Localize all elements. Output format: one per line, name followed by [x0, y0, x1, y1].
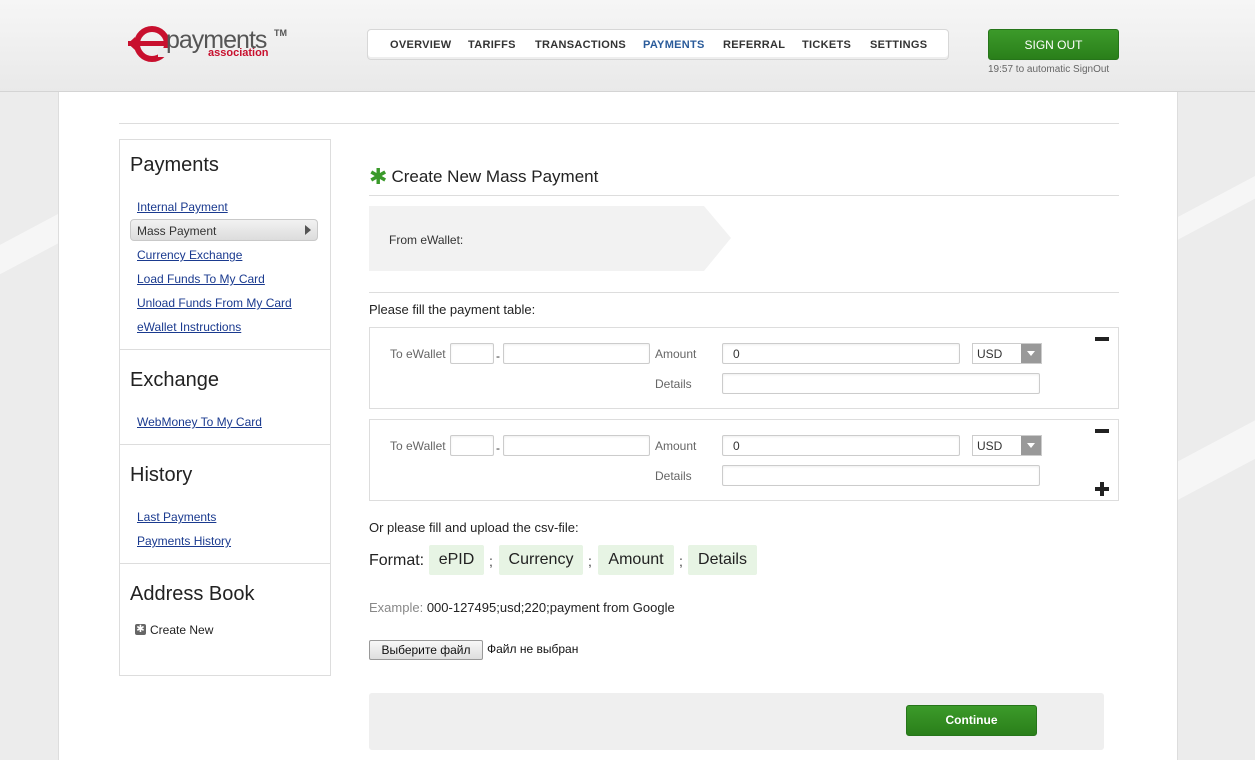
divider [119, 123, 1119, 124]
choose-file-button[interactable]: Выберите файл [369, 640, 483, 660]
remove-row-icon[interactable] [1095, 429, 1109, 433]
format-field-details: Details [688, 545, 757, 575]
divider [369, 292, 1119, 293]
currency-value: USD [977, 439, 1003, 453]
remove-row-icon[interactable] [1095, 337, 1109, 341]
sidebar-divider [120, 563, 330, 564]
nav-settings[interactable]: SETTINGS [870, 39, 927, 51]
ewallet-number-input[interactable] [503, 343, 650, 364]
to-ewallet-label: To eWallet [390, 347, 446, 361]
sidebar-item-payments-history[interactable]: Payments History [137, 534, 231, 548]
amount-label: Amount [655, 347, 697, 361]
nav-payments[interactable]: PAYMENTS [643, 39, 705, 51]
sidebar-title-payments: Payments [130, 154, 219, 176]
divider [369, 195, 1119, 196]
sidebar-item-unload-funds[interactable]: Unload Funds From My Card [137, 296, 292, 310]
logo-subtitle: association [208, 47, 269, 59]
currency-select[interactable]: USD [972, 435, 1042, 456]
sidebar-item-load-funds[interactable]: Load Funds To My Card [137, 272, 265, 286]
nav-overview[interactable]: OVERVIEW [390, 39, 452, 51]
file-status-text: Файл не выбран [487, 642, 579, 656]
dash-separator: - [496, 349, 500, 363]
caret-right-icon [305, 225, 311, 235]
amount-label: Amount [655, 439, 697, 453]
sidebar-item-last-payments[interactable]: Last Payments [137, 510, 216, 524]
sidebar-divider [120, 349, 330, 350]
sidebar-title-exchange: Exchange [130, 369, 219, 391]
amount-input[interactable]: 0 [722, 343, 960, 364]
from-ewallet-panel: From eWallet: [369, 206, 731, 271]
sign-out-button[interactable]: SIGN OUT [988, 29, 1119, 60]
logo[interactable]: payments TM association [128, 22, 288, 66]
top-navigation: OVERVIEW TARIFFS TRANSACTIONS PAYMENTS R… [367, 29, 949, 60]
sidebar-title-address-book: Address Book [130, 583, 255, 605]
ewallet-prefix-input[interactable] [450, 343, 494, 364]
sidebar-divider [120, 444, 330, 445]
currency-value: USD [977, 347, 1003, 361]
nav-tickets[interactable]: TICKETS [802, 39, 851, 51]
plus-icon: ✱ [135, 624, 146, 635]
details-label: Details [655, 377, 692, 391]
logo-trademark: TM [274, 28, 287, 38]
dash-separator: - [496, 441, 500, 455]
nav-transactions[interactable]: TRANSACTIONS [535, 39, 626, 51]
details-label: Details [655, 469, 692, 483]
nav-tariffs[interactable]: TARIFFS [468, 39, 516, 51]
from-ewallet-label: From eWallet: [389, 233, 464, 247]
asterisk-icon: ✱ [369, 164, 388, 189]
create-new-contact-link[interactable]: ✱ Create New [135, 623, 214, 637]
sidebar-item-ewallet-instructions[interactable]: eWallet Instructions [137, 320, 241, 334]
ewallet-prefix-input[interactable] [450, 435, 494, 456]
csv-upload-label: Or please fill and upload the csv-file: [369, 520, 579, 535]
chevron-down-icon [1021, 436, 1041, 455]
page-title: ✱ Create New Mass Payment [369, 162, 599, 189]
payment-row: To eWallet - Amount 0 USD Details [369, 419, 1119, 501]
continue-button[interactable]: Continue [906, 705, 1037, 736]
sidebar-item-currency-exchange[interactable]: Currency Exchange [137, 248, 242, 262]
format-separator: ; [489, 553, 493, 569]
payment-row: To eWallet - Amount 0 USD Details [369, 327, 1119, 409]
header: payments TM association OVERVIEW TARIFFS… [0, 0, 1255, 92]
chevron-down-icon [1021, 344, 1041, 363]
example-value: 000-127495;usd;220;payment from Google [426, 600, 675, 615]
example-label: Example: [369, 600, 424, 615]
ewallet-number-input[interactable] [503, 435, 650, 456]
format-separator: ; [679, 553, 683, 569]
csv-example: Example: 000-127495;usd;220;payment from… [369, 600, 675, 615]
payment-table-label: Please fill the payment table: [369, 302, 536, 317]
nav-referral[interactable]: REFERRAL [723, 39, 785, 51]
sidebar-item-mass-payment[interactable]: Mass Payment [130, 219, 318, 241]
sidebar-item-label: Mass Payment [137, 224, 217, 238]
format-field-epid: ePID [429, 545, 484, 575]
sidebar-item-internal-payment[interactable]: Internal Payment [137, 200, 228, 214]
add-row-icon[interactable] [1095, 482, 1109, 496]
page-title-text: Create New Mass Payment [391, 167, 599, 186]
format-separator: ; [588, 553, 592, 569]
amount-input[interactable]: 0 [722, 435, 960, 456]
create-new-label: Create New [150, 623, 214, 637]
currency-select[interactable]: USD [972, 343, 1042, 364]
sidebar-title-history: History [130, 464, 193, 486]
sidebar: Payments Internal Payment Mass Payment C… [119, 139, 331, 676]
details-input[interactable] [722, 465, 1040, 486]
format-label: Format: [369, 552, 425, 569]
format-field-currency: Currency [499, 545, 583, 575]
to-ewallet-label: To eWallet [390, 439, 446, 453]
auto-signout-timer: 19:57 to automatic SignOut [988, 64, 1110, 75]
format-field-amount: Amount [598, 545, 674, 575]
details-input[interactable] [722, 373, 1040, 394]
sidebar-item-webmoney-to-card[interactable]: WebMoney To My Card [137, 415, 262, 429]
